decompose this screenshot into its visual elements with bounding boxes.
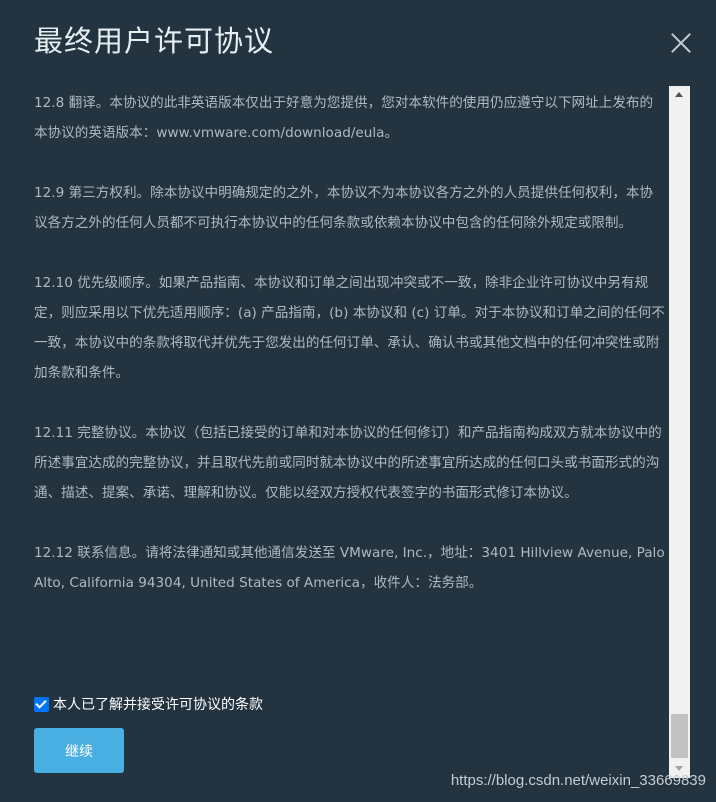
close-icon[interactable] bbox=[668, 30, 694, 56]
eula-paragraph: 12.9 第三方权利。除本协议中明确规定的之外，本协议不为本协议各方之外的人员提… bbox=[34, 185, 654, 231]
accept-terms-checkbox[interactable] bbox=[34, 696, 49, 712]
scrollbar-thumb[interactable] bbox=[671, 714, 688, 758]
eula-dialog: 最终用户许可协议 12.8 翻译。本协议的此非英语版本仅出于好意为您提供，您对本… bbox=[0, 0, 716, 802]
eula-paragraph: 12.8 翻译。本协议的此非英语版本仅出于好意为您提供，您对本软件的使用仍应遵守… bbox=[34, 95, 654, 141]
dialog-title: 最终用户许可协议 bbox=[34, 24, 275, 58]
accept-terms-row[interactable]: 本人已了解并接受许可协议的条款 bbox=[34, 694, 263, 714]
eula-paragraph: 12.12 联系信息。请将法律通知或其他通信发送至 VMware, Inc.，地… bbox=[34, 545, 665, 591]
watermark-text: https://blog.csdn.net/weixin_33669839 bbox=[450, 772, 706, 789]
eula-content: 12.8 翻译。本协议的此非英语版本仅出于好意为您提供，您对本软件的使用仍应遵守… bbox=[34, 88, 666, 678]
eula-paragraph: 12.11 完整协议。本协议（包括已接受的订单和对本协议的任何修订）和产品指南构… bbox=[34, 425, 662, 501]
eula-paragraph: 12.10 优先级顺序。如果产品指南、本协议和订单之间出现冲突或不一致，除非企业… bbox=[34, 275, 665, 381]
continue-button[interactable]: 继续 bbox=[34, 728, 124, 773]
accept-terms-label[interactable]: 本人已了解并接受许可协议的条款 bbox=[53, 694, 263, 714]
scroll-up-arrow-icon[interactable] bbox=[669, 86, 690, 104]
content-scrollbar[interactable] bbox=[669, 86, 690, 778]
